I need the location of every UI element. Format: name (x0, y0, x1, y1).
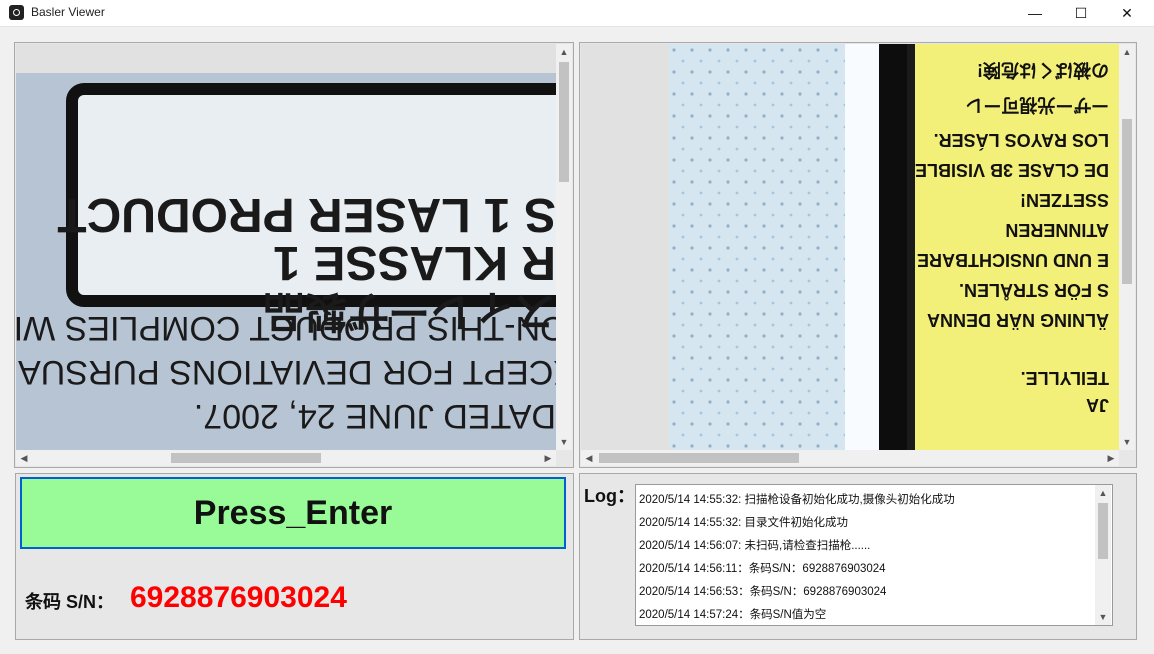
left-label-line-2: R KLASSE 1 (273, 236, 556, 289)
scroll-left-icon[interactable]: ◀ (16, 450, 32, 466)
log-entry: 2020/5/14 14:55:32: 目录文件初始化成功 (639, 517, 849, 529)
scroll-up-icon[interactable]: ▲ (1095, 485, 1111, 501)
left-horizontal-scrollbar[interactable]: ◀ ▶ (16, 450, 556, 466)
log-entry: 2020/5/14 14:55:32: 扫描枪设备初始化成功,摄像头初始化成功 (639, 494, 955, 506)
log-entry: 2020/5/14 14:56:11：条码S/N：6928876903024 (639, 563, 886, 575)
scroll-right-icon[interactable]: ▶ (1103, 450, 1119, 466)
left-label-line-1: S 1 LASER PRODUCT (57, 188, 556, 241)
log-entry: 2020/5/14 14:56:53：条码S/N：6928876903024 (639, 586, 887, 598)
app-camera-icon (9, 5, 24, 20)
close-button[interactable]: ✕ (1104, 0, 1150, 26)
left-camera-image: S 1 LASER PRODUCT R KLASSE 1 スィレーザ製品 DAT… (16, 73, 556, 450)
left-body-line-1: DATED JUNE 24, 2007. (194, 397, 556, 435)
left-camera-viewport: S 1 LASER PRODUCT R KLASSE 1 スィレーザ製品 DAT… (16, 44, 556, 450)
right-vertical-scrollbar[interactable]: ▲ ▼ (1119, 44, 1135, 450)
left-body-line-2: XCEPT FOR DEVIATIONS PURSUANT (16, 353, 556, 391)
right-label-line-10: TEILYLLE. (1021, 368, 1109, 388)
barcode-label: 条码 S/N： (25, 592, 115, 612)
right-label-line-2: ーザー光視可ーレ (965, 95, 1109, 116)
right-camera-viewport: の被ばくは危険! ーザー光視可ーレ LOS RAYOS LÁSER. DE CL… (581, 44, 1119, 450)
right-label-line-4: DE CLASE 3B VISIBLE (915, 160, 1109, 180)
scroll-down-icon[interactable]: ▼ (1119, 434, 1135, 450)
scroll-up-icon[interactable]: ▲ (556, 44, 572, 60)
log-entry: 2020/5/14 14:56:07: 未扫码,请检查扫描枪...... (639, 540, 871, 552)
minimize-button[interactable]: — (1012, 0, 1058, 26)
right-vertical-thumb[interactable] (1122, 119, 1132, 284)
right-label-line-6: ATINNEREN (1005, 220, 1109, 240)
right-label-line-3: LOS RAYOS LÁSER. (934, 130, 1109, 151)
left-vertical-scrollbar[interactable]: ▲ ▼ (556, 44, 572, 450)
window-bottom-edge (0, 640, 1154, 654)
left-camera-panel: S 1 LASER PRODUCT R KLASSE 1 スィレーザ製品 DAT… (14, 42, 574, 468)
right-label-line-7: E UND UNSICHTBARE (917, 250, 1109, 270)
press-enter-button[interactable]: Press_Enter (20, 477, 566, 549)
left-body-line-3: ION-THIS PRODUCT COMPLIES WI (16, 309, 556, 347)
right-label-line-8: S FÖR STRÅLEN. (959, 280, 1109, 300)
right-label-line-11: JA (1086, 395, 1109, 415)
left-camera-text-overlay: S 1 LASER PRODUCT R KLASSE 1 スィレーザ製品 DAT… (16, 188, 556, 435)
log-vertical-thumb[interactable] (1098, 503, 1108, 559)
scroll-right-icon[interactable]: ▶ (540, 450, 556, 466)
right-label-line-9: ÄLNING NÄR DENNA (927, 310, 1109, 330)
log-vertical-scrollbar[interactable]: ▲ ▼ (1095, 485, 1111, 625)
right-horizontal-thumb[interactable] (599, 453, 799, 463)
right-camera-image: の被ばくは危険! ーザー光視可ーレ LOS RAYOS LÁSER. DE CL… (669, 44, 1119, 450)
scroll-down-icon[interactable]: ▼ (556, 434, 572, 450)
scroll-down-icon[interactable]: ▼ (1095, 609, 1111, 625)
left-horizontal-thumb[interactable] (171, 453, 321, 463)
barcode-value: 6928876903024 (130, 581, 347, 614)
maximize-button[interactable]: ☐ (1058, 0, 1104, 26)
right-camera-panel: の被ばくは危険! ーザー光視可ーレ LOS RAYOS LÁSER. DE CL… (579, 42, 1137, 468)
log-entry: 2020/5/14 14:57:24：条码S/N值为空 (639, 609, 827, 621)
scroll-up-icon[interactable]: ▲ (1119, 44, 1135, 60)
scroll-left-icon[interactable]: ◀ (581, 450, 597, 466)
right-label-line-1: の被ばくは危険! (977, 60, 1109, 81)
log-label: Log： (584, 486, 635, 506)
title-bar: Basler Viewer — ☐ ✕ (0, 0, 1154, 27)
left-vertical-thumb[interactable] (559, 62, 569, 182)
right-horizontal-scrollbar[interactable]: ◀ ▶ (581, 450, 1119, 466)
window-title: Basler Viewer (31, 5, 105, 19)
log-list[interactable]: 2020/5/14 14:55:32: 扫描枪设备初始化成功,摄像头初始化成功 … (635, 484, 1113, 626)
right-label-line-5: SSETZEN! (1020, 190, 1109, 210)
